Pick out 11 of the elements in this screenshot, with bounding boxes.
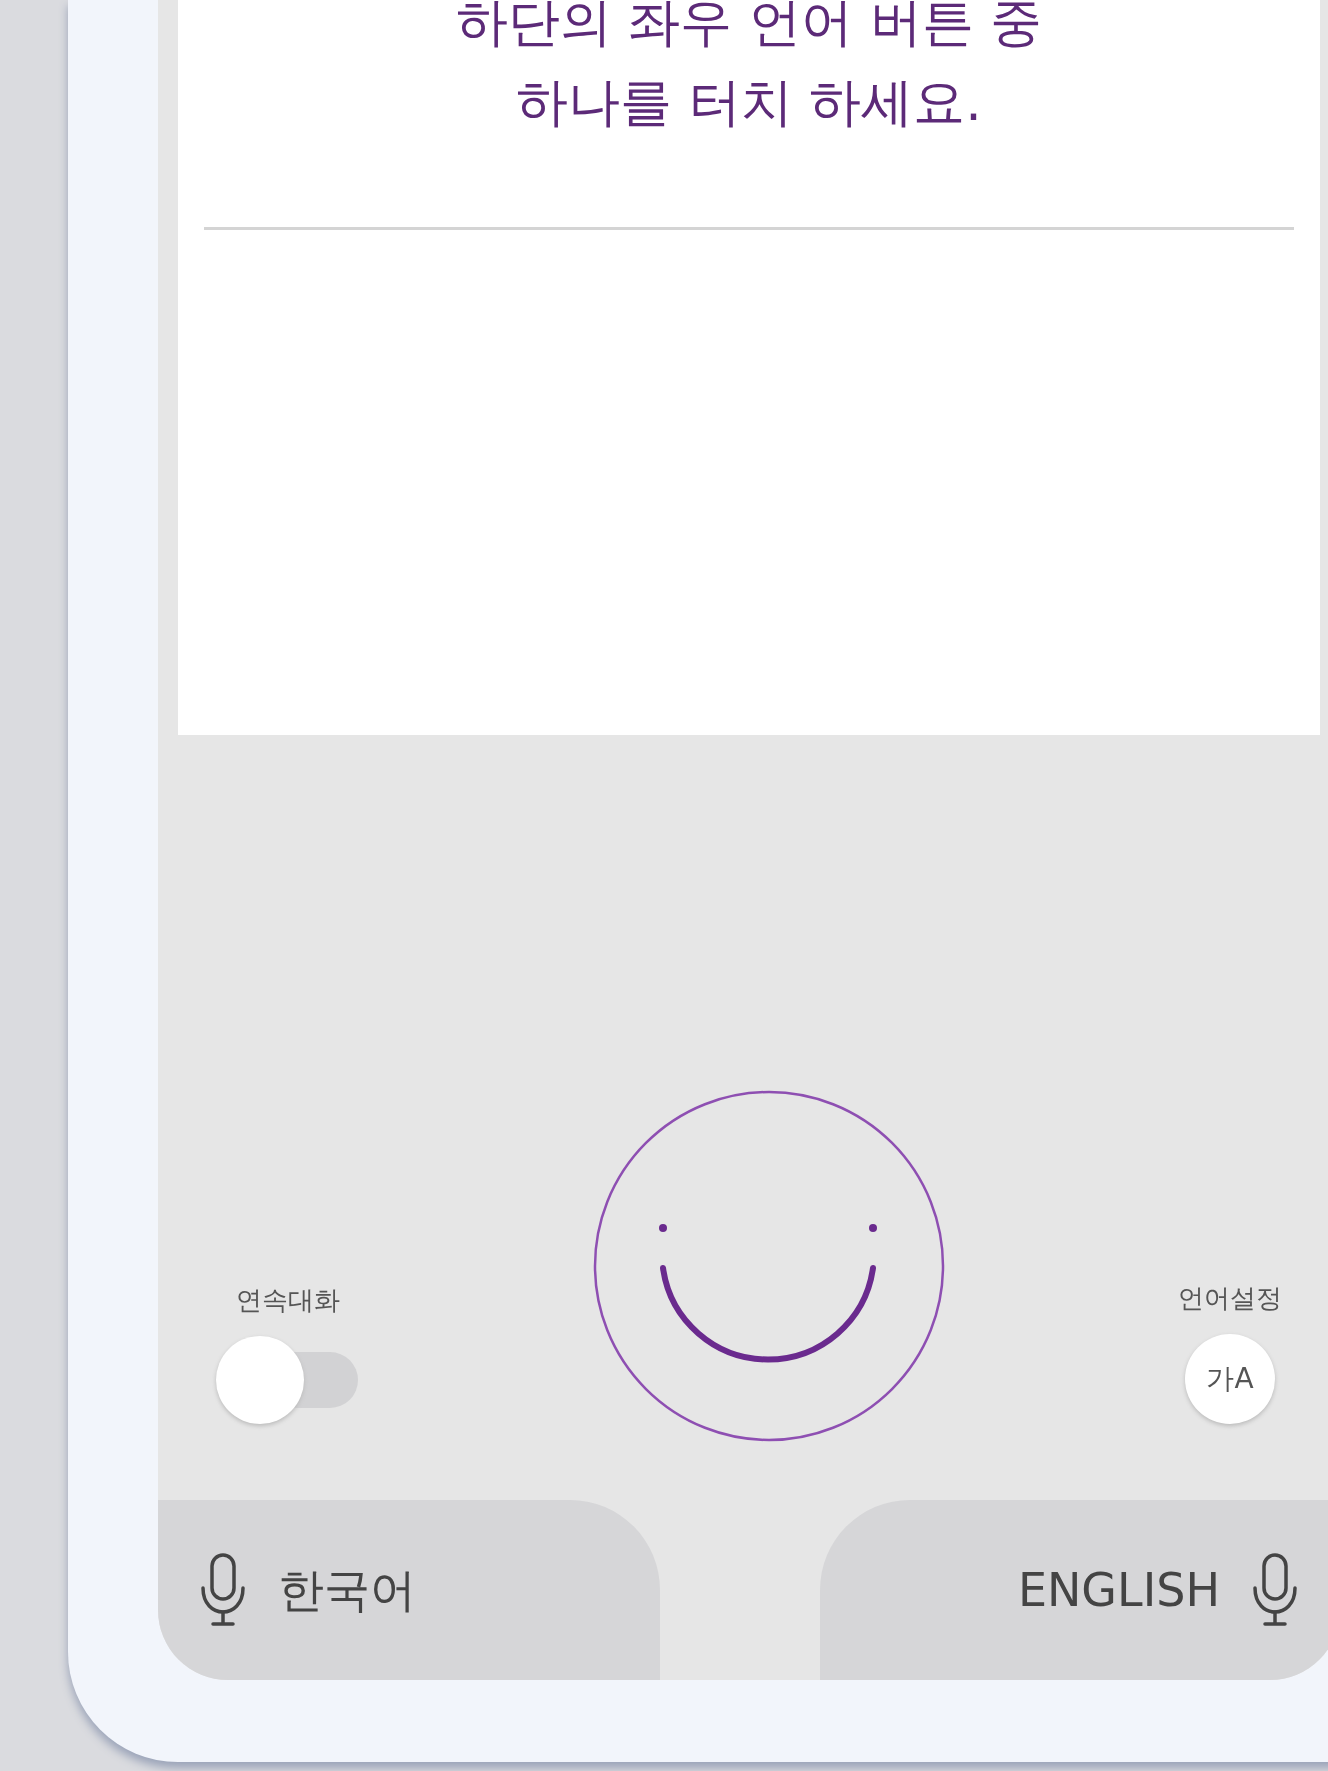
microphone-icon bbox=[1252, 1552, 1298, 1628]
language-button[interactable]: 한국어 bbox=[158, 1500, 660, 1680]
prompt-text: 하나를 터치 하세요. bbox=[516, 71, 982, 134]
language-settings-button[interactable]: 가A bbox=[1185, 1334, 1275, 1424]
smiley-icon[interactable] bbox=[591, 1088, 947, 1444]
continuous-chat-toggle[interactable] bbox=[216, 1336, 360, 1424]
language-button[interactable]: ENGLISH bbox=[820, 1500, 1328, 1680]
prompt-text: 하단의 좌우 언어 버튼 중 bbox=[455, 0, 1043, 54]
language-settings-label: 언어설정 bbox=[1178, 1282, 1282, 1315]
microphone-icon bbox=[200, 1552, 246, 1628]
continuous-chat-label: 연속대화 bbox=[236, 1284, 340, 1317]
